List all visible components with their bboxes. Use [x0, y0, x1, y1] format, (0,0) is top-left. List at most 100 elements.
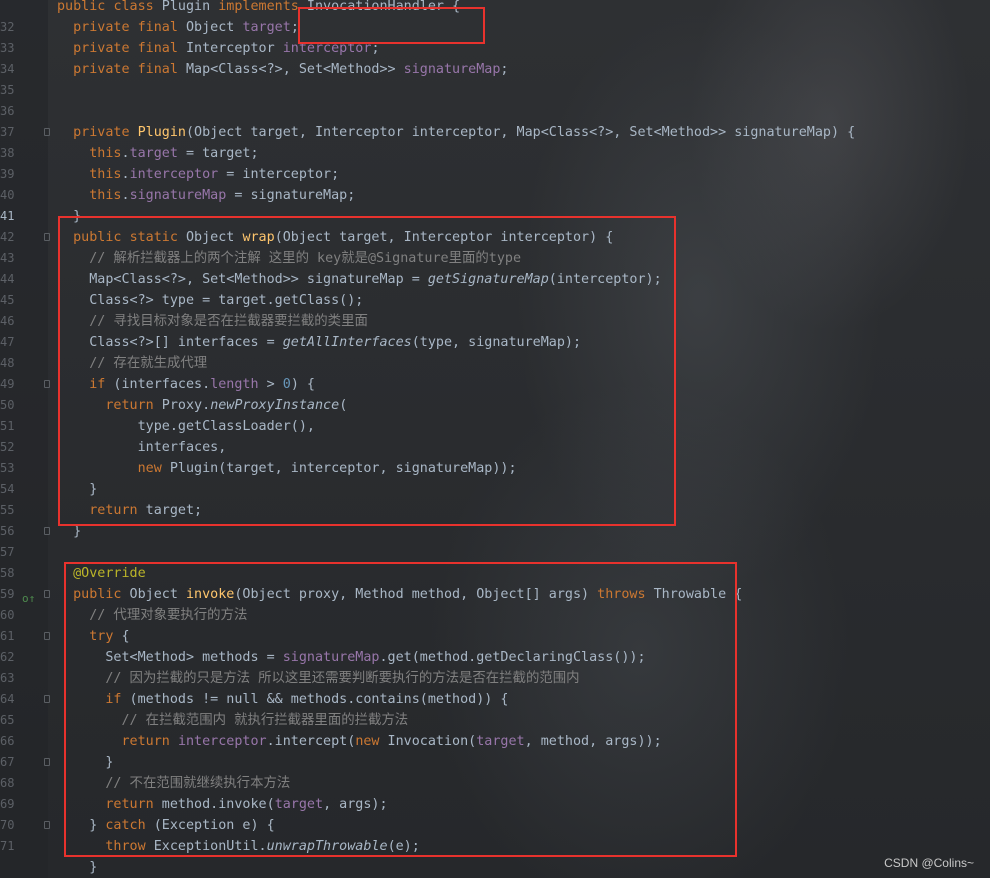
code-text: Set<Method> methods = signatureMap.get(m…: [57, 650, 646, 665]
code-text: }: [57, 755, 114, 770]
code-line[interactable]: 47 Class<?>[] interfaces = getAllInterfa…: [0, 332, 990, 353]
line-number: 58: [0, 566, 15, 580]
code-line[interactable]: 53 new Plugin(target, interceptor, signa…: [0, 458, 990, 479]
code-line[interactable]: 63 // 因为拦截的只是方法 所以这里还需要判断要执行的方法是否在拦截的范围内: [0, 668, 990, 689]
code-text: public class Plugin implements Invocatio…: [57, 0, 461, 14]
line-number: 56: [0, 524, 15, 538]
fold-marker-icon[interactable]: [44, 758, 50, 766]
code-line[interactable]: 69 return method.invoke(target, args);: [0, 794, 990, 815]
code-text: public static Object wrap(Object target,…: [73, 230, 614, 245]
line-number: 43: [0, 251, 15, 265]
code-line[interactable]: 67 }: [0, 752, 990, 773]
code-line[interactable]: 65 // 在拦截范围内 就执行拦截器里面的拦截方法: [0, 710, 990, 731]
line-number: 51: [0, 419, 15, 433]
code-line[interactable]: 35: [0, 80, 990, 101]
code-line[interactable]: 68 // 不在范围就继续执行本方法: [0, 773, 990, 794]
code-line[interactable]: 40 this.signatureMap = signatureMap;: [0, 185, 990, 206]
line-number: 42: [0, 230, 15, 244]
code-line[interactable]: 39 this.interceptor = interceptor;: [0, 164, 990, 185]
line-number: 67: [0, 755, 15, 769]
line-number: 38: [0, 146, 15, 160]
code-line[interactable]: 43 // 解析拦截器上的两个注解 这里的 key就是@Signature里面的…: [0, 248, 990, 269]
code-line[interactable]: 45 Class<?> type = target.getClass();: [0, 290, 990, 311]
code-line[interactable]: 36: [0, 101, 990, 122]
code-line[interactable]: 57: [0, 542, 990, 563]
code-line[interactable]: 32 private final Object target;: [0, 17, 990, 38]
code-text: }: [57, 524, 82, 539]
line-number: 69: [0, 797, 15, 811]
code-text: interfaces,: [57, 440, 227, 455]
code-text: this.signatureMap = signatureMap;: [89, 188, 356, 203]
fold-marker-icon[interactable]: [44, 527, 50, 535]
code-text: Map<Class<?>, Set<Method>> signatureMap …: [57, 272, 662, 287]
csdn-watermark: CSDN @Colins~: [884, 856, 974, 870]
code-line[interactable]: 50 return Proxy.newProxyInstance(: [0, 395, 990, 416]
code-text: private final Object target;: [73, 20, 299, 35]
line-number: 54: [0, 482, 15, 496]
code-text: // 解析拦截器上的两个注解 这里的 key就是@Signature里面的typ…: [89, 251, 522, 266]
code-text: new Plugin(target, interceptor, signatur…: [137, 461, 517, 476]
code-line[interactable]: 37 private Plugin(Object target, Interce…: [0, 122, 990, 143]
code-line[interactable]: public class Plugin implements Invocatio…: [0, 0, 990, 17]
code-text: @Override: [73, 566, 146, 581]
line-number: 61: [0, 629, 15, 643]
code-text: private final Interceptor interceptor;: [73, 41, 380, 56]
code-line[interactable]: 48 // 存在就生成代理: [0, 353, 990, 374]
code-text: return method.invoke(target, args);: [105, 797, 388, 812]
code-text: Class<?> type = target.getClass();: [57, 293, 364, 308]
code-line[interactable]: 33 private final Interceptor interceptor…: [0, 38, 990, 59]
fold-marker-icon[interactable]: [44, 380, 50, 388]
code-line[interactable]: 44 Map<Class<?>, Set<Method>> signatureM…: [0, 269, 990, 290]
code-line[interactable]: 46 // 寻找目标对象是否在拦截器要拦截的类里面: [0, 311, 990, 332]
code-line[interactable]: 60 // 代理对象要执行的方法: [0, 605, 990, 626]
line-number: 64: [0, 692, 15, 706]
code-line[interactable]: 70 } catch (Exception e) {: [0, 815, 990, 836]
line-number: 65: [0, 713, 15, 727]
code-line[interactable]: 34 private final Map<Class<?>, Set<Metho…: [0, 59, 990, 80]
line-number: 45: [0, 293, 15, 307]
code-line[interactable]: 59 public Object invoke(Object proxy, Me…: [0, 584, 990, 605]
code-line[interactable]: 58 @Override: [0, 563, 990, 584]
fold-marker-icon[interactable]: [44, 695, 50, 703]
code-line[interactable]: 55 return target;: [0, 500, 990, 521]
code-line[interactable]: 64 if (methods != null && methods.contai…: [0, 689, 990, 710]
code-line[interactable]: 66 return interceptor.intercept(new Invo…: [0, 731, 990, 752]
code-line[interactable]: 61 try {: [0, 626, 990, 647]
fold-marker-icon[interactable]: [44, 233, 50, 241]
code-line[interactable]: 41 }: [0, 206, 990, 227]
code-text: if (interfaces.length > 0) {: [89, 377, 315, 392]
line-number: 66: [0, 734, 15, 748]
code-line[interactable]: 42 public static Object wrap(Object targ…: [0, 227, 990, 248]
code-text: if (methods != null && methods.contains(…: [105, 692, 509, 707]
fold-marker-icon[interactable]: [44, 128, 50, 136]
code-text: private final Map<Class<?>, Set<Method>>…: [73, 62, 509, 77]
code-line[interactable]: 49 if (interfaces.length > 0) {: [0, 374, 990, 395]
line-number: 53: [0, 461, 15, 475]
code-text: throw ExceptionUtil.unwrapThrowable(e);: [105, 839, 420, 854]
line-number: 71: [0, 839, 15, 853]
line-number: 59: [0, 587, 15, 601]
code-text: }: [57, 482, 98, 497]
code-line[interactable]: 71 throw ExceptionUtil.unwrapThrowable(e…: [0, 836, 990, 857]
fold-marker-icon[interactable]: [44, 590, 50, 598]
line-number: 40: [0, 188, 15, 202]
code-text: return Proxy.newProxyInstance(: [105, 398, 348, 413]
code-line[interactable]: 54 }: [0, 479, 990, 500]
code-line[interactable]: }: [0, 857, 990, 878]
code-editor[interactable]: public class Plugin implements Invocatio…: [0, 0, 990, 878]
code-line[interactable]: 51 type.getClassLoader(),: [0, 416, 990, 437]
code-text: }: [57, 209, 82, 224]
code-text: try {: [89, 629, 130, 644]
code-line[interactable]: 52 interfaces,: [0, 437, 990, 458]
code-line[interactable]: 62 Set<Method> methods = signatureMap.ge…: [0, 647, 990, 668]
line-number: 70: [0, 818, 15, 832]
line-number: 60: [0, 608, 15, 622]
code-text: } catch (Exception e) {: [57, 818, 275, 833]
line-number: 62: [0, 650, 15, 664]
line-number: 37: [0, 125, 15, 139]
line-number: 57: [0, 545, 15, 559]
code-line[interactable]: 38 this.target = target;: [0, 143, 990, 164]
fold-marker-icon[interactable]: [44, 632, 50, 640]
fold-marker-icon[interactable]: [44, 821, 50, 829]
code-line[interactable]: 56 }: [0, 521, 990, 542]
